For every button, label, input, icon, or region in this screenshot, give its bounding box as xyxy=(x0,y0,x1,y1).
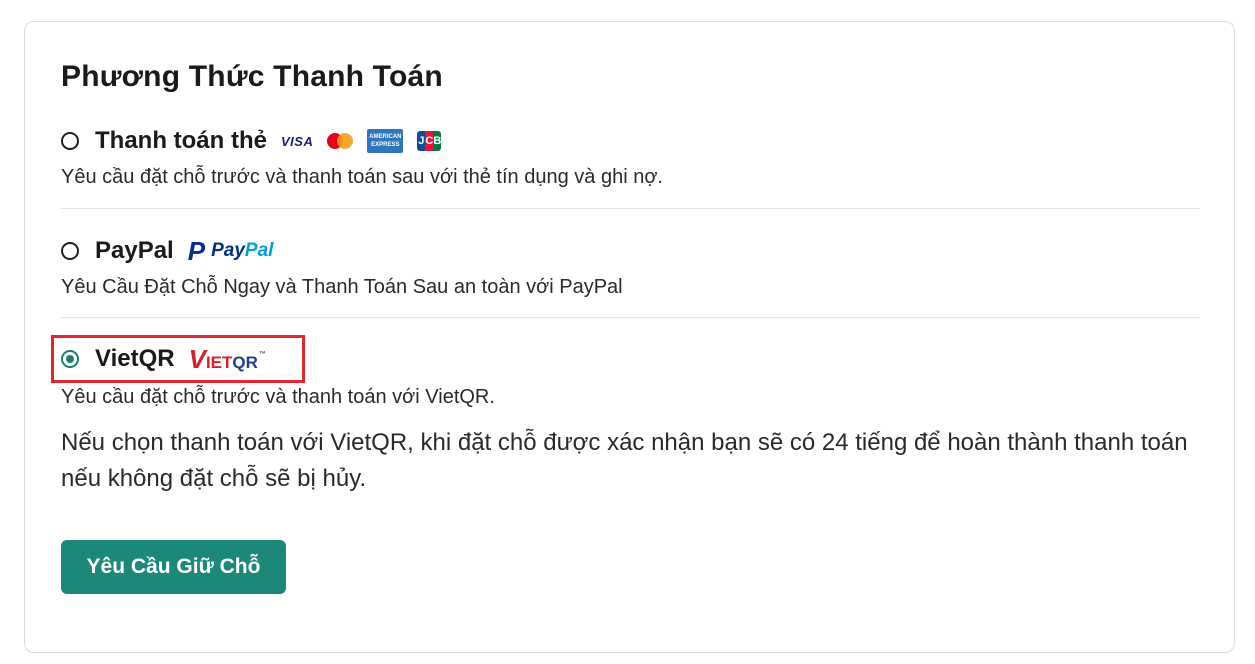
radio-card[interactable] xyxy=(61,132,79,150)
card-logos: VISA AMERICAN EXPRESS J C B xyxy=(280,129,442,153)
option-label-card: Thanh toán thẻ xyxy=(95,127,267,154)
option-label-paypal: PayPal xyxy=(95,237,174,264)
amex-logo: AMERICAN EXPRESS xyxy=(367,129,404,153)
divider xyxy=(61,317,1200,318)
payment-option-card[interactable]: Thanh toán thẻ VISA AMERICAN EXPRESS J C… xyxy=(61,126,663,189)
radio-paypal[interactable] xyxy=(61,242,79,260)
divider xyxy=(61,208,1200,209)
selected-highlight-box xyxy=(51,335,305,383)
option-description-paypal: Yêu Cầu Đặt Chỗ Ngay và Thanh Toán Sau a… xyxy=(61,276,623,298)
mastercard-logo xyxy=(327,133,354,149)
page-title: Phương Thức Thanh Toán xyxy=(61,60,443,93)
request-hold-button[interactable]: Yêu Cầu Giữ Chỗ xyxy=(61,540,286,594)
payment-option-paypal[interactable]: PayPal P Pay Pal Yêu Cầu Đặt Chỗ Ngay và… xyxy=(61,236,623,299)
option-description-card: Yêu cầu đặt chỗ trước và thanh toán sau … xyxy=(61,166,663,188)
vietqr-note: Nếu chọn thanh toán với VietQR, khi đặt … xyxy=(61,429,1188,492)
jcb-logo: J C B xyxy=(417,131,442,151)
visa-logo: VISA xyxy=(280,133,314,149)
paypal-logo: P Pay Pal xyxy=(187,235,274,266)
option-description-vietqr: Yêu cầu đặt chỗ trước và thanh toán với … xyxy=(61,386,495,408)
